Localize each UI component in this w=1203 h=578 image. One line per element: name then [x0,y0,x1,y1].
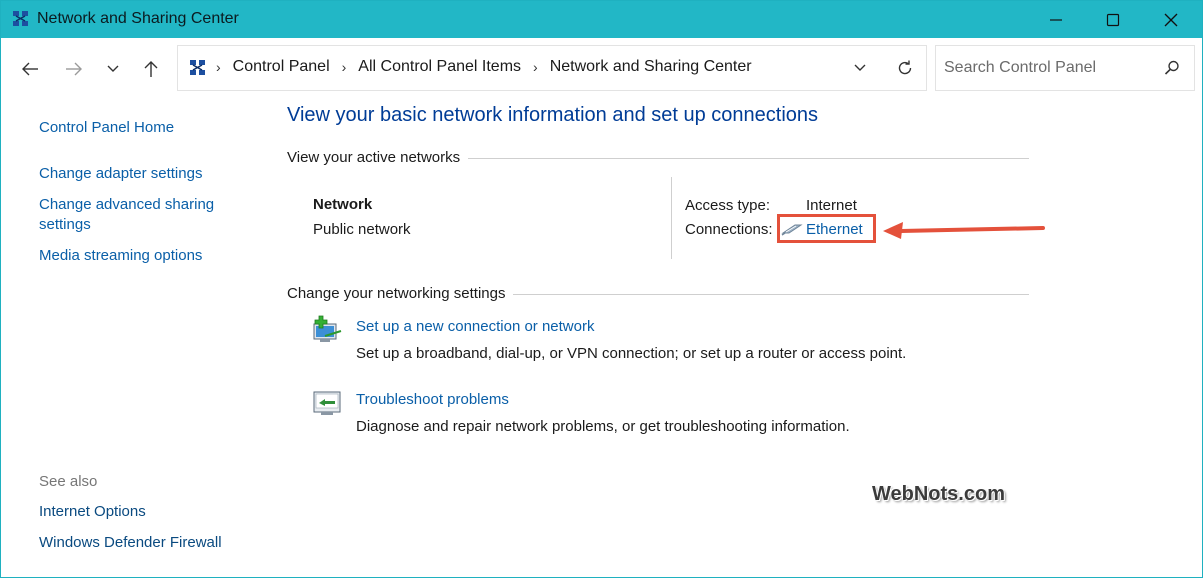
control-panel-icon [190,60,205,75]
recent-locations-button[interactable] [100,56,126,82]
maximize-icon [1106,13,1120,26]
control-panel-home-link[interactable]: Control Panel Home [39,118,174,138]
address-bar[interactable]: › Control Panel › All Control Panel Item… [177,45,927,91]
change-settings-heading: Change your networking settings [287,285,514,302]
chevron-down-icon [854,64,866,71]
windows-defender-firewall-link[interactable]: Windows Defender Firewall [39,533,222,553]
network-sharing-center-window: Network and Sharing Center › Control Pan… [0,0,1203,578]
arrow-right-icon [66,62,82,76]
ethernet-connection-link[interactable]: Ethernet [806,221,863,238]
close-button[interactable] [1142,1,1200,38]
refresh-button[interactable] [894,57,916,79]
breadcrumb-all-items[interactable]: All Control Panel Items [358,58,521,76]
breadcrumb: › Control Panel › All Control Panel Item… [216,58,764,76]
troubleshoot-problems-link[interactable]: Troubleshoot problems [356,391,509,408]
annotation-arrow-icon [883,222,1045,239]
close-icon [1164,13,1178,26]
troubleshoot-description: Diagnose and repair network problems, or… [356,418,850,435]
network-name: Network [313,196,373,213]
network-type-link[interactable]: Public network [313,221,411,238]
access-type-label: Access type: [685,197,771,214]
arrow-up-icon [144,61,158,77]
chevron-right-icon: › [341,59,347,75]
divider [671,177,672,259]
search-input[interactable]: Search Control Panel [935,45,1195,91]
ethernet-icon [781,224,803,236]
forward-button[interactable] [61,56,87,82]
breadcrumb-network-center[interactable]: Network and Sharing Center [550,58,752,76]
network-app-icon [13,11,28,26]
window-title: Network and Sharing Center [37,10,239,27]
maximize-button[interactable] [1084,1,1142,38]
connections-label: Connections: [685,221,773,238]
up-button[interactable] [138,56,164,82]
set-up-connection-link[interactable]: Set up a new connection or network [356,318,594,335]
see-also-heading: See also [39,473,98,490]
refresh-icon [898,60,912,75]
change-advanced-sharing-link-line2[interactable]: settings [39,215,91,235]
navigation-bar: › Control Panel › All Control Panel Item… [1,38,1202,99]
change-advanced-sharing-link[interactable]: Change advanced sharing [39,195,214,215]
back-button[interactable] [17,56,43,82]
media-streaming-options-link[interactable]: Media streaming options [39,246,202,266]
set-up-connection-description: Set up a broadband, dial-up, or VPN conn… [356,345,907,362]
page-title: View your basic network information and … [287,104,819,126]
chevron-down-icon [107,65,119,72]
search-icon [1164,60,1179,75]
troubleshoot-icon [313,391,341,415]
search-placeholder: Search Control Panel [944,59,1097,76]
access-type-value: Internet [806,197,857,214]
chevron-right-icon: › [216,59,221,75]
minimize-icon [1050,18,1062,21]
arrow-left-icon [22,62,38,76]
chevron-right-icon: › [533,59,538,75]
breadcrumb-control-panel[interactable]: Control Panel [233,58,330,76]
new-connection-icon [313,315,342,342]
internet-options-link[interactable]: Internet Options [39,502,146,522]
minimize-button[interactable] [1027,1,1085,38]
title-bar: Network and Sharing Center [1,1,1202,38]
change-adapter-settings-link[interactable]: Change adapter settings [39,164,202,184]
address-dropdown-button[interactable] [850,58,870,78]
webnots-watermark: WebNots.com [872,483,1005,505]
active-networks-heading: View your active networks [287,149,469,166]
